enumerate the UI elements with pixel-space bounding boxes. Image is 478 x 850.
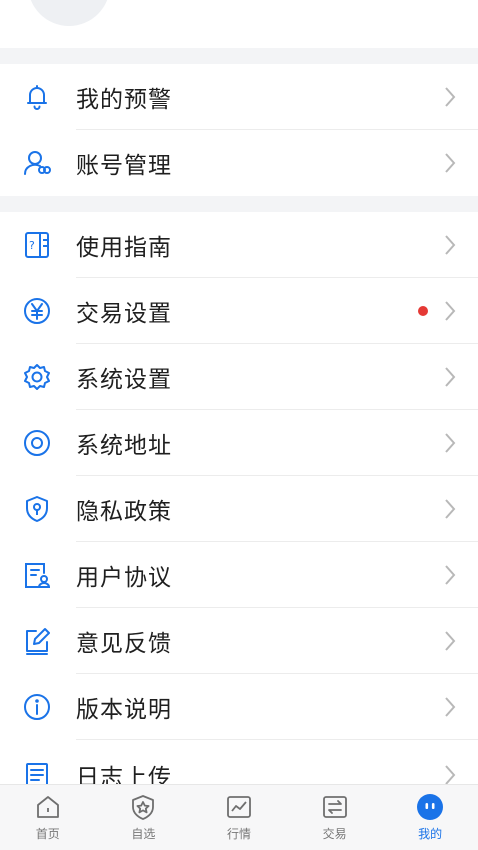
home-icon — [34, 793, 62, 821]
tab-market[interactable]: 行情 — [191, 785, 287, 850]
menu-item-label: 系统设置 — [76, 367, 172, 393]
avatar[interactable] — [28, 0, 110, 26]
yen-icon — [22, 296, 52, 326]
feedback-icon — [22, 626, 52, 656]
chevron-right-icon — [444, 234, 456, 256]
bell-icon — [22, 82, 52, 112]
chevron-right-icon — [444, 366, 456, 388]
favorite-icon — [129, 793, 157, 821]
menu-item-system-settings[interactable]: 系统设置 — [0, 344, 478, 410]
menu-item-system-address[interactable]: 系统地址 — [0, 410, 478, 476]
menu-item-label: 隐私政策 — [76, 499, 172, 525]
section-gap — [0, 48, 478, 64]
divider — [76, 739, 478, 740]
chevron-right-icon — [444, 498, 456, 520]
menu-overflow: 日志上传 — [0, 742, 478, 784]
menu-item-log-upload[interactable]: 日志上传 — [0, 742, 478, 784]
bottom-tab-bar: 首页 自选 行情 交易 我的 — [0, 784, 478, 850]
menu-item-label: 账号管理 — [76, 153, 172, 179]
menu-item-user-agreement[interactable]: 用户协议 — [0, 542, 478, 608]
menu-item-user-guide[interactable]: ? 使用指南 — [0, 212, 478, 278]
info-icon — [22, 692, 52, 722]
tab-label: 自选 — [131, 827, 156, 841]
trade-icon — [321, 793, 349, 821]
settings-menu: 我的预警 账号管理 ? 使用指南 交易设置 系统设置 系统地址 隐私政策 用户协… — [0, 64, 478, 740]
tab-trade[interactable]: 交易 — [287, 785, 383, 850]
market-icon — [225, 793, 253, 821]
gear-icon — [22, 362, 52, 392]
chevron-right-icon — [444, 564, 456, 586]
chevron-right-icon — [444, 630, 456, 652]
profile-header — [0, 0, 478, 48]
tab-home[interactable]: 首页 — [0, 785, 96, 850]
menu-item-my-alerts[interactable]: 我的预警 — [0, 64, 478, 130]
section-gap — [0, 196, 478, 212]
notification-dot — [418, 306, 428, 316]
guide-icon: ? — [22, 230, 52, 260]
chevron-right-icon — [444, 152, 456, 174]
menu-item-label: 系统地址 — [76, 433, 172, 459]
menu-item-label: 意见反馈 — [76, 631, 172, 657]
tab-watchlist[interactable]: 自选 — [96, 785, 192, 850]
agreement-icon — [22, 560, 52, 590]
chevron-right-icon — [444, 696, 456, 718]
chevron-right-icon — [444, 300, 456, 322]
log-icon — [22, 760, 52, 784]
menu-item-label: 使用指南 — [76, 235, 172, 261]
chevron-right-icon — [444, 764, 456, 784]
chevron-right-icon — [444, 432, 456, 454]
tab-mine[interactable]: 我的 — [382, 785, 478, 850]
tab-label: 交易 — [322, 827, 347, 841]
tab-label: 行情 — [226, 827, 251, 841]
menu-item-privacy-policy[interactable]: 隐私政策 — [0, 476, 478, 542]
account-icon — [22, 148, 52, 178]
menu-item-label: 用户协议 — [76, 565, 172, 591]
menu-item-label: 交易设置 — [76, 301, 172, 327]
chevron-right-icon — [444, 86, 456, 108]
profile-icon — [416, 793, 444, 821]
menu-item-version-notes[interactable]: 版本说明 — [0, 674, 478, 740]
menu-item-label: 我的预警 — [76, 87, 172, 113]
location-icon — [22, 428, 52, 458]
menu-item-account-management[interactable]: 账号管理 — [0, 130, 478, 196]
svg-text:?: ? — [29, 239, 35, 252]
tab-label: 首页 — [35, 827, 60, 841]
menu-item-label: 版本说明 — [76, 697, 172, 723]
menu-item-feedback[interactable]: 意见反馈 — [0, 608, 478, 674]
shield-icon — [22, 494, 52, 524]
tab-label: 我的 — [418, 827, 443, 841]
menu-item-label: 日志上传 — [76, 765, 172, 784]
menu-item-trade-settings[interactable]: 交易设置 — [0, 278, 478, 344]
